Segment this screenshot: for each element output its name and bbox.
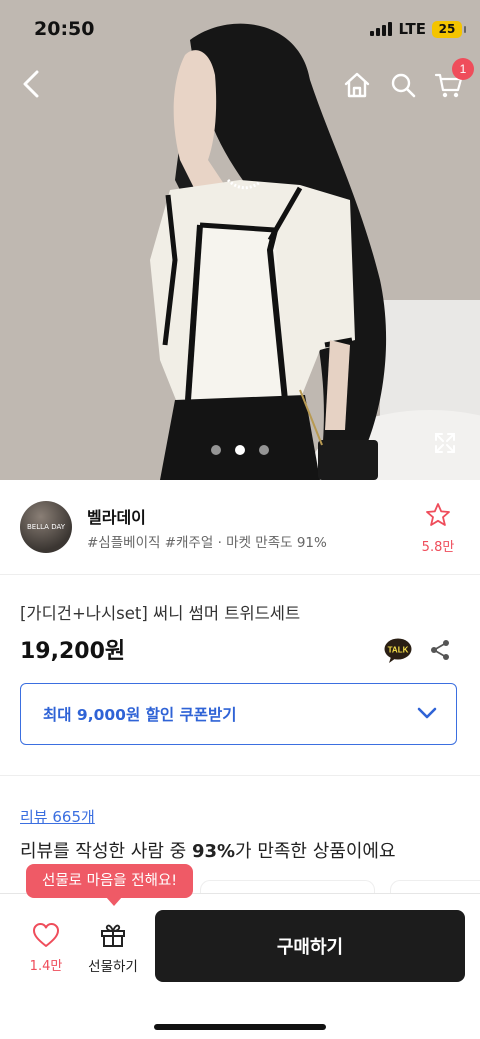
pagination-dot[interactable] [259,445,269,455]
talk-icon: TALK [384,638,412,663]
signal-icon [370,22,393,36]
gift-tooltip: 선물로 마음을 전해요! [26,864,194,906]
search-icon [391,73,416,98]
shop-favorite-button[interactable]: 5.8만 [420,502,456,555]
home-button[interactable] [340,68,374,102]
product-image-gallery[interactable]: 20:50 LTE 25 1 [0,0,480,480]
svg-text:TALK: TALK [388,646,409,655]
star-outline-icon [426,503,450,526]
like-button[interactable]: 1.4만 [22,922,70,974]
shop-info[interactable]: BELLA DAY 벨라데이 #심플베이직 #캐주얼 · 마켓 만족도 91% … [0,480,480,575]
status-time: 20:50 [34,18,95,40]
chevron-down-icon [417,707,437,719]
gift-label: 선물하기 [88,959,138,975]
home-indicator[interactable] [154,1024,326,1030]
talk-button[interactable]: TALK [384,638,412,663]
satisfaction-percent: 93% [191,841,236,862]
gift-button[interactable]: 선물하기 [80,922,146,975]
heart-outline-icon [33,923,59,947]
share-button[interactable] [428,638,452,666]
review-summary: 리뷰를 작성한 사람 중 93%가 만족한 상품이에요 [20,841,396,862]
gallery-pagination [0,445,480,455]
pagination-dot[interactable] [211,445,221,455]
cart-count-badge: 1 [452,58,474,80]
bottom-action-bar: 1.4만 선물하기 구매하기 [0,893,480,1039]
shop-favorite-count: 5.8만 [421,540,455,555]
coupon-label: 최대 9,000원 할인 쿠폰받기 [43,706,237,724]
chevron-left-icon [23,70,39,98]
shop-tags: #심플베이직 #캐주얼 · 마켓 만족도 91% [87,535,327,551]
home-icon [344,72,370,98]
share-icon [431,640,449,660]
battery-icon: 25 [432,20,466,38]
review-count-link[interactable]: 리뷰 665개 [20,806,95,827]
coupon-button[interactable]: 최대 9,000원 할인 쿠폰받기 [20,683,457,745]
network-label: LTE [398,20,426,38]
product-price: 19,200원 [20,639,126,664]
pagination-dot-active[interactable] [235,445,245,455]
gift-icon [101,924,125,947]
shop-name[interactable]: 벨라데이 [87,504,146,528]
cart-button[interactable]: 1 [432,58,474,102]
product-title: [가디건+나시set] 써니 썸머 트위드세트 [20,604,301,623]
section-divider [0,775,480,776]
shop-logo[interactable]: BELLA DAY [20,501,72,553]
buy-button[interactable]: 구매하기 [155,910,465,982]
search-button[interactable] [386,68,420,102]
like-count: 1.4만 [29,959,63,974]
status-bar: 20:50 LTE 25 [0,0,480,60]
status-indicators: LTE 25 [370,20,466,38]
back-button[interactable] [14,66,50,102]
